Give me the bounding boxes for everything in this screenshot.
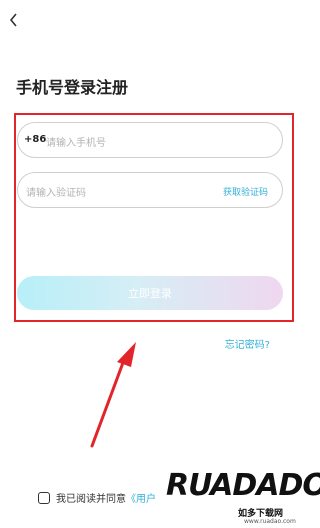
agreement-row: 我已阅读并同意 《用户 (38, 490, 156, 505)
back-button[interactable] (4, 10, 24, 30)
agreement-checkbox[interactable] (38, 491, 50, 504)
chevron-left-icon (9, 13, 17, 27)
agreement-text: 我已阅读并同意 (56, 494, 126, 505)
user-agreement-link[interactable]: 《用户 (126, 490, 156, 505)
watermark-logo: RUADADO 如多下载网 www.ruadao.com (166, 468, 320, 528)
forgot-password-link[interactable]: 忘记密码? (225, 336, 270, 351)
watermark-url: www.ruadao.com (244, 518, 296, 525)
page-title: 手机号登录注册 (16, 78, 129, 97)
annotation-highlight-box (14, 113, 294, 322)
watermark-logo-text: RUADADO (166, 468, 320, 503)
